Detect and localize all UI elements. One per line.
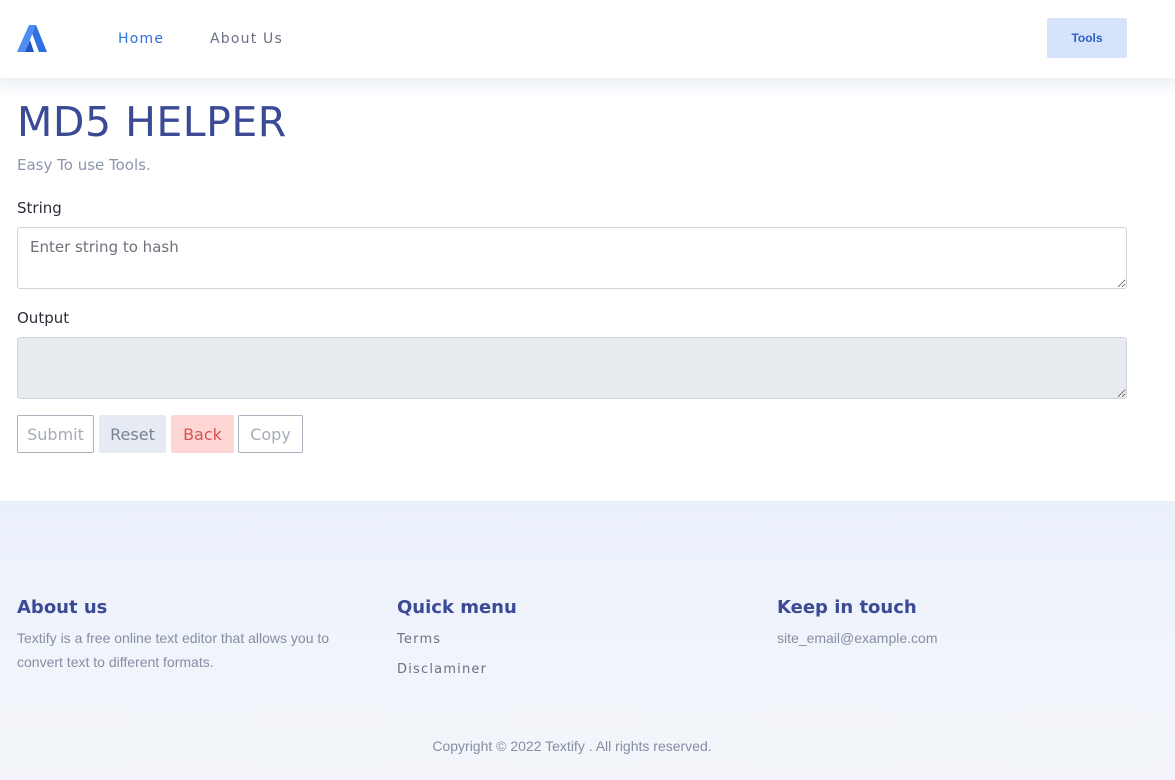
- output-label: Output: [17, 309, 70, 327]
- copy-button[interactable]: Copy: [238, 415, 303, 453]
- footer-contact-email: site_email@example.com: [777, 630, 938, 646]
- string-input[interactable]: [17, 227, 1127, 289]
- footer-quick-menu-heading: Quick menu: [397, 597, 517, 618]
- footer-link-terms[interactable]: Terms: [397, 632, 441, 647]
- back-button[interactable]: Back: [171, 415, 234, 453]
- footer-about-text: Textify is a free online text editor tha…: [17, 630, 330, 670]
- nav-about-us-link[interactable]: About Us: [210, 31, 283, 47]
- page-subtitle: Easy To use Tools.: [17, 156, 151, 174]
- nav-home-link[interactable]: Home: [118, 31, 164, 47]
- brand-logo-icon[interactable]: [17, 25, 47, 52]
- footer-link-disclaimer[interactable]: Disclaminer: [397, 662, 487, 677]
- page-title: MD5 HELPER: [17, 98, 287, 146]
- copyright-text: Copyright © 2022 Textify . All rights re…: [432, 738, 712, 754]
- string-label: String: [17, 199, 62, 217]
- submit-button[interactable]: Submit: [17, 415, 94, 453]
- reset-button[interactable]: Reset: [99, 415, 166, 453]
- footer-about-heading: About us: [17, 597, 108, 618]
- main-content: MD5 HELPER Easy To use Tools. String Out…: [0, 78, 1175, 501]
- site-footer: About us Textify is a free online text e…: [0, 501, 1175, 780]
- output-field[interactable]: [17, 337, 1127, 399]
- tools-button[interactable]: Tools: [1047, 18, 1127, 58]
- footer-contact-heading: Keep in touch: [777, 597, 917, 618]
- site-header: Home About Us Tools: [0, 0, 1175, 78]
